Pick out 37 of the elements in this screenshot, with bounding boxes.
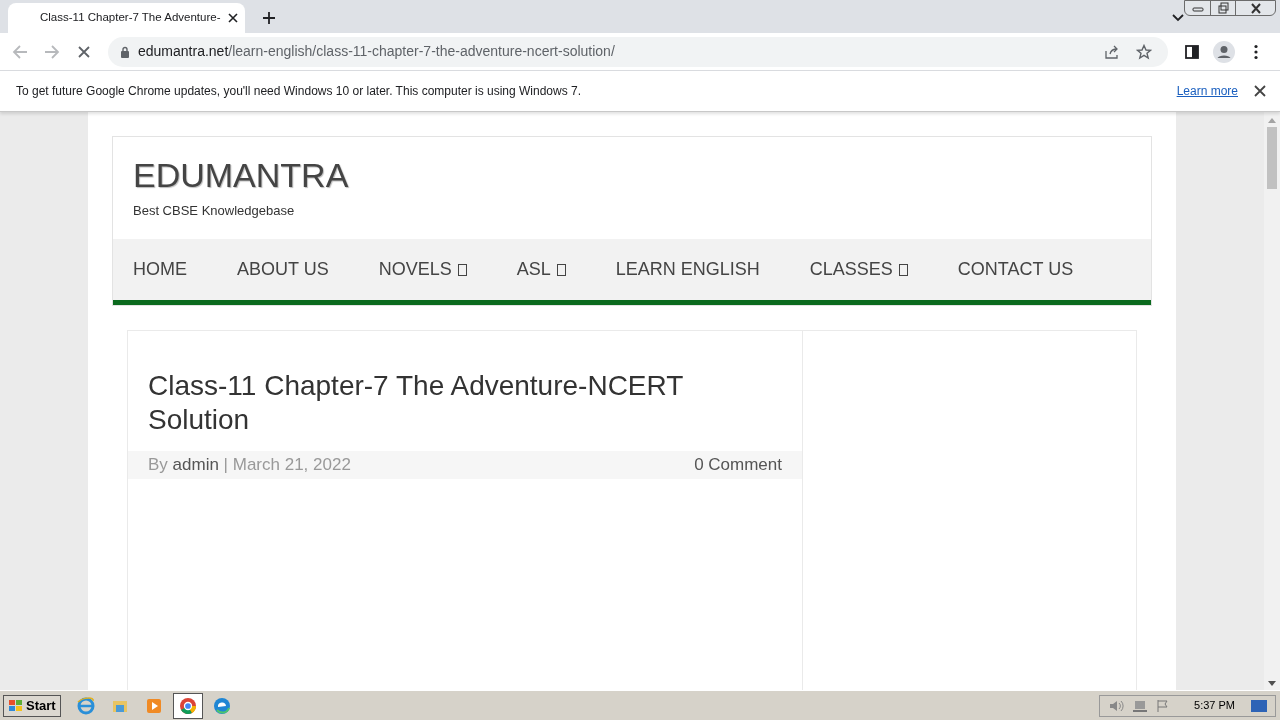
play-icon xyxy=(144,696,163,715)
clock: 5:37 PM xyxy=(1194,698,1235,714)
address-bar[interactable]: edumantra.net/learn-english/class-11-chapter-7-the-adventure-ncert-solution/ xyxy=(108,36,1168,67)
network-icon xyxy=(1132,698,1149,713)
learn-more-link[interactable]: Learn more xyxy=(1176,82,1238,100)
ie-icon xyxy=(76,696,95,715)
taskbar-button[interactable] xyxy=(172,692,203,719)
start-button[interactable]: Start xyxy=(3,694,61,717)
update-message: To get future Google Chrome updates, you'll need Windows 10 or later. This computer is using Windows 7. xyxy=(16,83,583,100)
post-meta: By admin | March 21, 2022 xyxy=(148,454,352,477)
nav-link[interactable]: CLASSES xyxy=(809,256,908,283)
edge-icon xyxy=(212,696,231,715)
lock-icon xyxy=(120,45,130,58)
url-text: edumantra.net/learn-english/class-11-chapter-7-the-adventure-ncert-solution/ xyxy=(138,42,616,61)
nav-link[interactable]: ABOUT US xyxy=(237,256,329,283)
site-tagline: Best CBSE Knowledgebase xyxy=(133,202,296,220)
scrollbar[interactable] xyxy=(1264,112,1280,690)
chrome-icon xyxy=(178,696,197,715)
windows-logo-icon xyxy=(8,698,24,713)
comment-count-link[interactable]: 0 Comment xyxy=(694,452,782,478)
post-title[interactable]: Class-11 Chapter-7 The Adventure-NCERT Solution xyxy=(128,331,708,451)
nav-link[interactable]: LEARN ENGLISH xyxy=(615,256,760,283)
desktop-icon xyxy=(1251,699,1267,712)
browser-tab[interactable]: Class-11 Chapter-7 The Adventure- xyxy=(8,3,245,33)
site-title[interactable]: EDUMANTRA xyxy=(133,155,1131,195)
nav-link[interactable]: CONTACT US xyxy=(957,256,1074,283)
scroll-down-icon xyxy=(1268,681,1276,687)
scroll-thumb[interactable] xyxy=(1267,127,1277,189)
restore-icon[interactable] xyxy=(1215,1,1231,15)
tab-title: Class-11 Chapter-7 The Adventure- xyxy=(40,10,221,26)
nav-link[interactable]: ASL xyxy=(516,256,566,283)
speaker-icon xyxy=(1108,698,1125,713)
nav-link[interactable]: HOME xyxy=(133,256,187,283)
scroll-up-icon xyxy=(1268,117,1276,123)
flag-icon xyxy=(1156,698,1171,713)
nav-link[interactable]: NOVELS xyxy=(378,256,467,283)
close-icon[interactable] xyxy=(1252,83,1268,99)
